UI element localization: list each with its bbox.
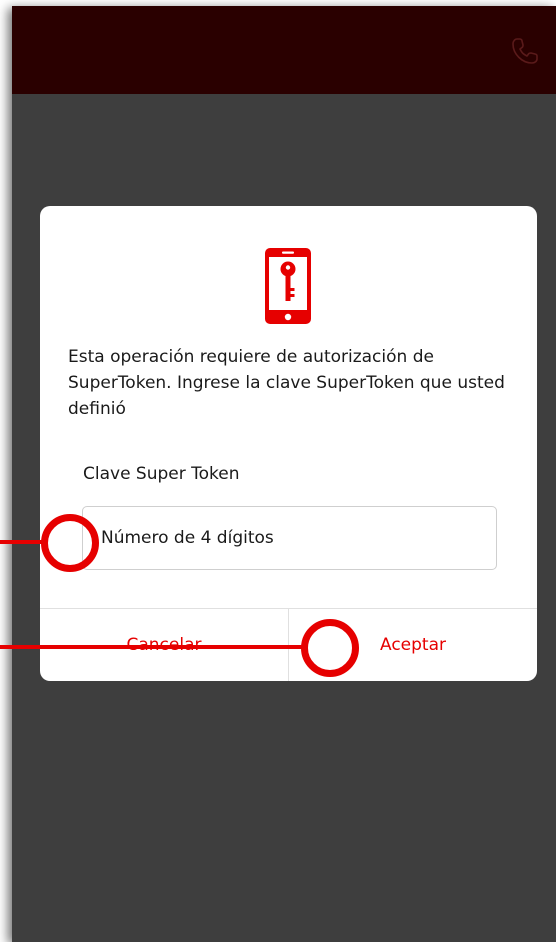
app-screen: Esta operación requiere de autorización … — [12, 6, 556, 942]
callout-line-accept — [0, 645, 306, 649]
screen: Esta operación requiere de autorización … — [0, 0, 556, 942]
callout-marker-accept — [301, 619, 359, 677]
mobile-key-icon — [265, 248, 311, 324]
supertoken-dialog: Esta operación requiere de autorización … — [40, 206, 537, 681]
top-bar — [12, 6, 556, 94]
supertoken-pin-input[interactable] — [82, 506, 497, 570]
callout-marker-input — [41, 514, 99, 572]
phone-handset-icon[interactable] — [510, 36, 540, 66]
dialog-message: Esta operación requiere de autorización … — [68, 347, 505, 419]
supertoken-field-label: Clave Super Token — [83, 464, 240, 484]
